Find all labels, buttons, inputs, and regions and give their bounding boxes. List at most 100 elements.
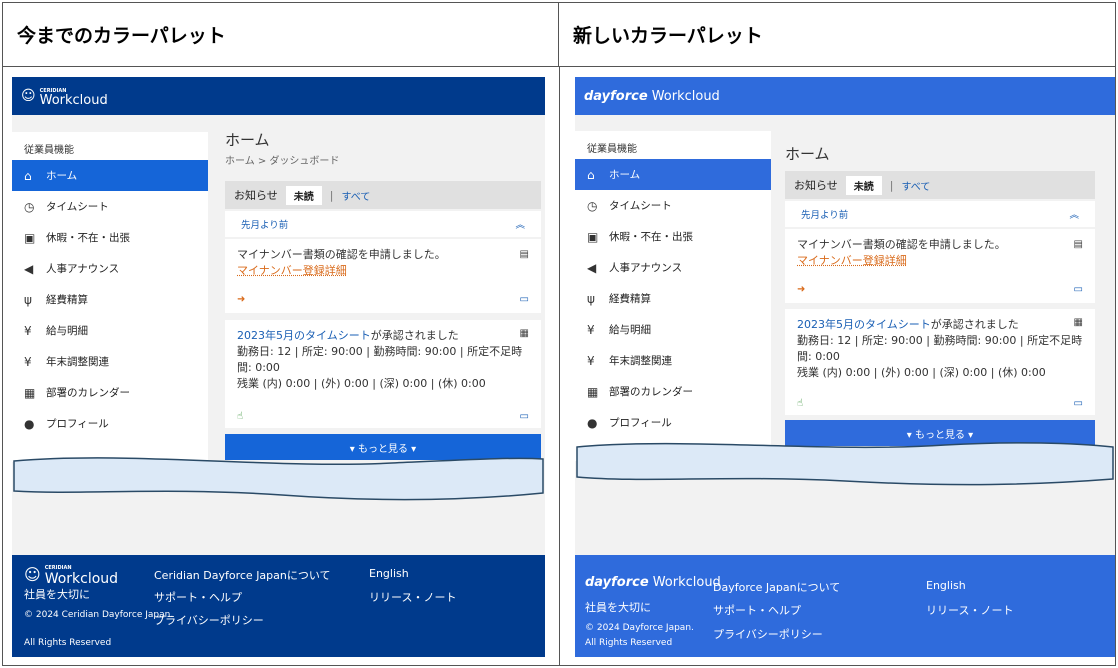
people-icon: ☺ (24, 564, 41, 584)
sidebar-item[interactable]: ¥ 年末調整関連 (575, 345, 771, 376)
arrow-right-icon[interactable]: ➜ (797, 284, 805, 295)
yen-icon: ¥ (587, 322, 595, 337)
sidebar-item-label: 給与明細 (46, 325, 88, 337)
footer-about-link[interactable]: Ceridian Dayforce Japanについて (154, 567, 331, 583)
notification-card-mynumber: マイナンバー書類の確認を申請しました。 マイナンバー登録詳細 ▤ ➜ ▭ (785, 229, 1095, 303)
logo-text: Workcloud (651, 88, 720, 104)
footer-english-link[interactable]: English (926, 579, 966, 592)
tab-unread[interactable]: 未読 (285, 185, 322, 205)
folder-icon[interactable]: ▭ (520, 294, 529, 305)
sidebar-item-label: 年末調整関連 (46, 356, 109, 368)
megaphone-icon: ◀ (587, 260, 597, 275)
sidebar-item[interactable]: ◷ タイムシート (12, 191, 208, 222)
sidebar-item[interactable]: ψ 経費精算 (575, 283, 771, 314)
footer-logo-text: Workcloud (44, 571, 119, 587)
footer-release-notes-link[interactable]: リリース・ノート (926, 602, 1013, 618)
sidebar-item-label: 年末調整関連 (609, 355, 672, 367)
sidebar-item[interactable]: ⌂ ホーム (575, 159, 771, 190)
footer-support-link[interactable]: サポート・ヘルプ (154, 589, 242, 605)
sidebar-item-label: 給与明細 (609, 324, 651, 336)
chevron-up-icon[interactable]: ︽ (1069, 207, 1079, 221)
footer-privacy-link[interactable]: プライバシーポリシー (154, 612, 264, 628)
folder-icon[interactable]: ▭ (520, 411, 529, 422)
chevron-up-icon[interactable]: ︽ (515, 217, 525, 231)
yen-icon: ¥ (587, 353, 595, 368)
section-header[interactable]: 先月より前 ︽ (225, 211, 541, 237)
folder-icon[interactable]: ▭ (1074, 284, 1083, 295)
sidebar: 従業員機能 ⌂ ホーム ◷ タイムシート ▣ 休暇・不在・出張 ◀ 人事アナウンス ψ 経費精算 ¥… (575, 131, 771, 461)
sidebar-item[interactable]: ¥ 給与明細 (575, 314, 771, 345)
section-title: 先月より前 (801, 210, 849, 221)
notification-tabs: お知らせ 未読 | すべて (785, 171, 1095, 199)
footer-copyright: © 2024 Dayforce Japan. (585, 623, 694, 633)
tab-separator: | (889, 178, 894, 192)
people-icon: ☺ (21, 88, 36, 104)
workcloud-logo[interactable]: ☺ CERIDIAN Workcloud (21, 87, 108, 107)
sidebar-item-label: 経費精算 (46, 294, 88, 306)
sidebar-item[interactable]: ⌂ ホーム (12, 160, 208, 191)
footer-english-link[interactable]: English (369, 567, 409, 580)
mynumber-detail-link[interactable]: マイナンバー登録詳細 (797, 254, 907, 267)
page-title: ホーム (225, 131, 270, 149)
footer-privacy-link[interactable]: プライバシーポリシー (713, 626, 823, 642)
calendar-icon: ▦ (587, 384, 599, 399)
sidebar-item[interactable]: ● プロフィール (575, 407, 771, 438)
sidebar-item[interactable]: ● プロフィール (12, 408, 208, 439)
sidebar-item[interactable]: ¥ 年末調整関連 (12, 346, 208, 377)
mynumber-detail-link[interactable]: マイナンバー登録詳細 (237, 264, 347, 277)
footer-release-notes-link[interactable]: リリース・ノート (369, 589, 456, 605)
footer-support-link[interactable]: サポート・ヘルプ (713, 602, 801, 618)
sidebar-item[interactable]: ψ 経費精算 (12, 284, 208, 315)
yen-icon: ¥ (24, 323, 32, 338)
top-bar: dayforce Workcloud (575, 77, 1115, 115)
sidebar-item[interactable]: ▣ 休暇・不在・出張 (12, 222, 208, 253)
timesheet-overtime: 残業 (内) 0:00 | (外) 0:00 | (深) 0:00 | (休) … (797, 366, 1046, 379)
new-palette-header: 新しいカラーパレット (559, 3, 1115, 67)
dayforce-logo[interactable]: dayforce Workcloud (584, 89, 720, 104)
section-header[interactable]: 先月より前 ︽ (785, 201, 1095, 227)
sidebar-item[interactable]: ◷ タイムシート (575, 190, 771, 221)
timesheet-approved-text: が承認されました (370, 329, 459, 342)
home-icon: ⌂ (587, 167, 595, 182)
sidebar-item-label: ホーム (46, 170, 78, 182)
sidebar-item[interactable]: ▦ 部署のカレンダー (12, 377, 208, 408)
new-screenshot: dayforce Workcloud 従業員機能 ⌂ ホーム ◷ タイムシート ▣ 休暇・… (575, 77, 1115, 657)
tab-unread[interactable]: 未読 (845, 175, 882, 195)
tab-all[interactable]: すべて (342, 188, 371, 203)
tab-all[interactable]: すべて (902, 178, 931, 193)
sidebar-item[interactable]: ◀ 人事アナウンス (575, 252, 771, 283)
document-icon: ▤ (1073, 239, 1083, 250)
footer-rights: All Rights Reserved (585, 638, 673, 648)
user-icon: ● (24, 416, 35, 431)
cutlery-icon: ψ (24, 292, 32, 307)
footer-about-link[interactable]: Dayforce Japanについて (713, 579, 840, 595)
old-screenshot: ☺ CERIDIAN Workcloud 従業員機能 ⌂ ホーム ◷ タイムシート ▣ 休… (12, 77, 545, 657)
arrow-right-icon[interactable]: ➜ (237, 294, 245, 305)
sidebar-item-label: 休暇・不在・出張 (46, 232, 130, 244)
user-icon: ● (587, 415, 598, 430)
timesheet-detail: 勤務日: 12 | 所定: 90:00 | 勤務時間: 90:00 | 所定不足… (797, 334, 1083, 363)
sidebar-item[interactable]: ◀ 人事アナウンス (12, 253, 208, 284)
calendar-icon: ▦ (24, 385, 36, 400)
sidebar-item[interactable]: ¥ 給与明細 (12, 315, 208, 346)
footer-logo[interactable]: ☺ CERIDIAN Workcloud (24, 563, 119, 587)
clock-icon: ◷ (24, 199, 35, 214)
footer-copyright: © 2024 Ceridian Dayforce Japan. (24, 610, 174, 620)
notification-card-timesheet: 2023年5月のタイムシートが承認されました 勤務日: 12 | 所定: 90:… (225, 320, 541, 428)
thumbs-up-icon[interactable]: ☝ (237, 411, 243, 422)
sidebar-item-label: タイムシート (609, 200, 672, 212)
calendar-icon: ▦ (519, 328, 529, 339)
timesheet-link[interactable]: 2023年5月のタイムシート (237, 329, 371, 342)
sidebar-item[interactable]: ▣ 休暇・不在・出張 (575, 221, 771, 252)
thumbs-up-icon[interactable]: ☝ (797, 398, 803, 409)
yen-icon: ¥ (24, 354, 32, 369)
footer-logo[interactable]: dayforce Workcloud (585, 575, 721, 590)
timesheet-link[interactable]: 2023年5月のタイムシート (797, 318, 931, 331)
footer-logo-bold: dayforce (585, 575, 649, 590)
folder-icon[interactable]: ▭ (1074, 398, 1083, 409)
sidebar-item[interactable]: ▦ 部署のカレンダー (575, 376, 771, 407)
home-icon: ⌂ (24, 168, 32, 183)
footer-logo-text: Workcloud (652, 575, 721, 590)
breadcrumb[interactable]: ホーム > ダッシュボード (225, 152, 339, 167)
sidebar-item-label: 経費精算 (609, 293, 651, 305)
